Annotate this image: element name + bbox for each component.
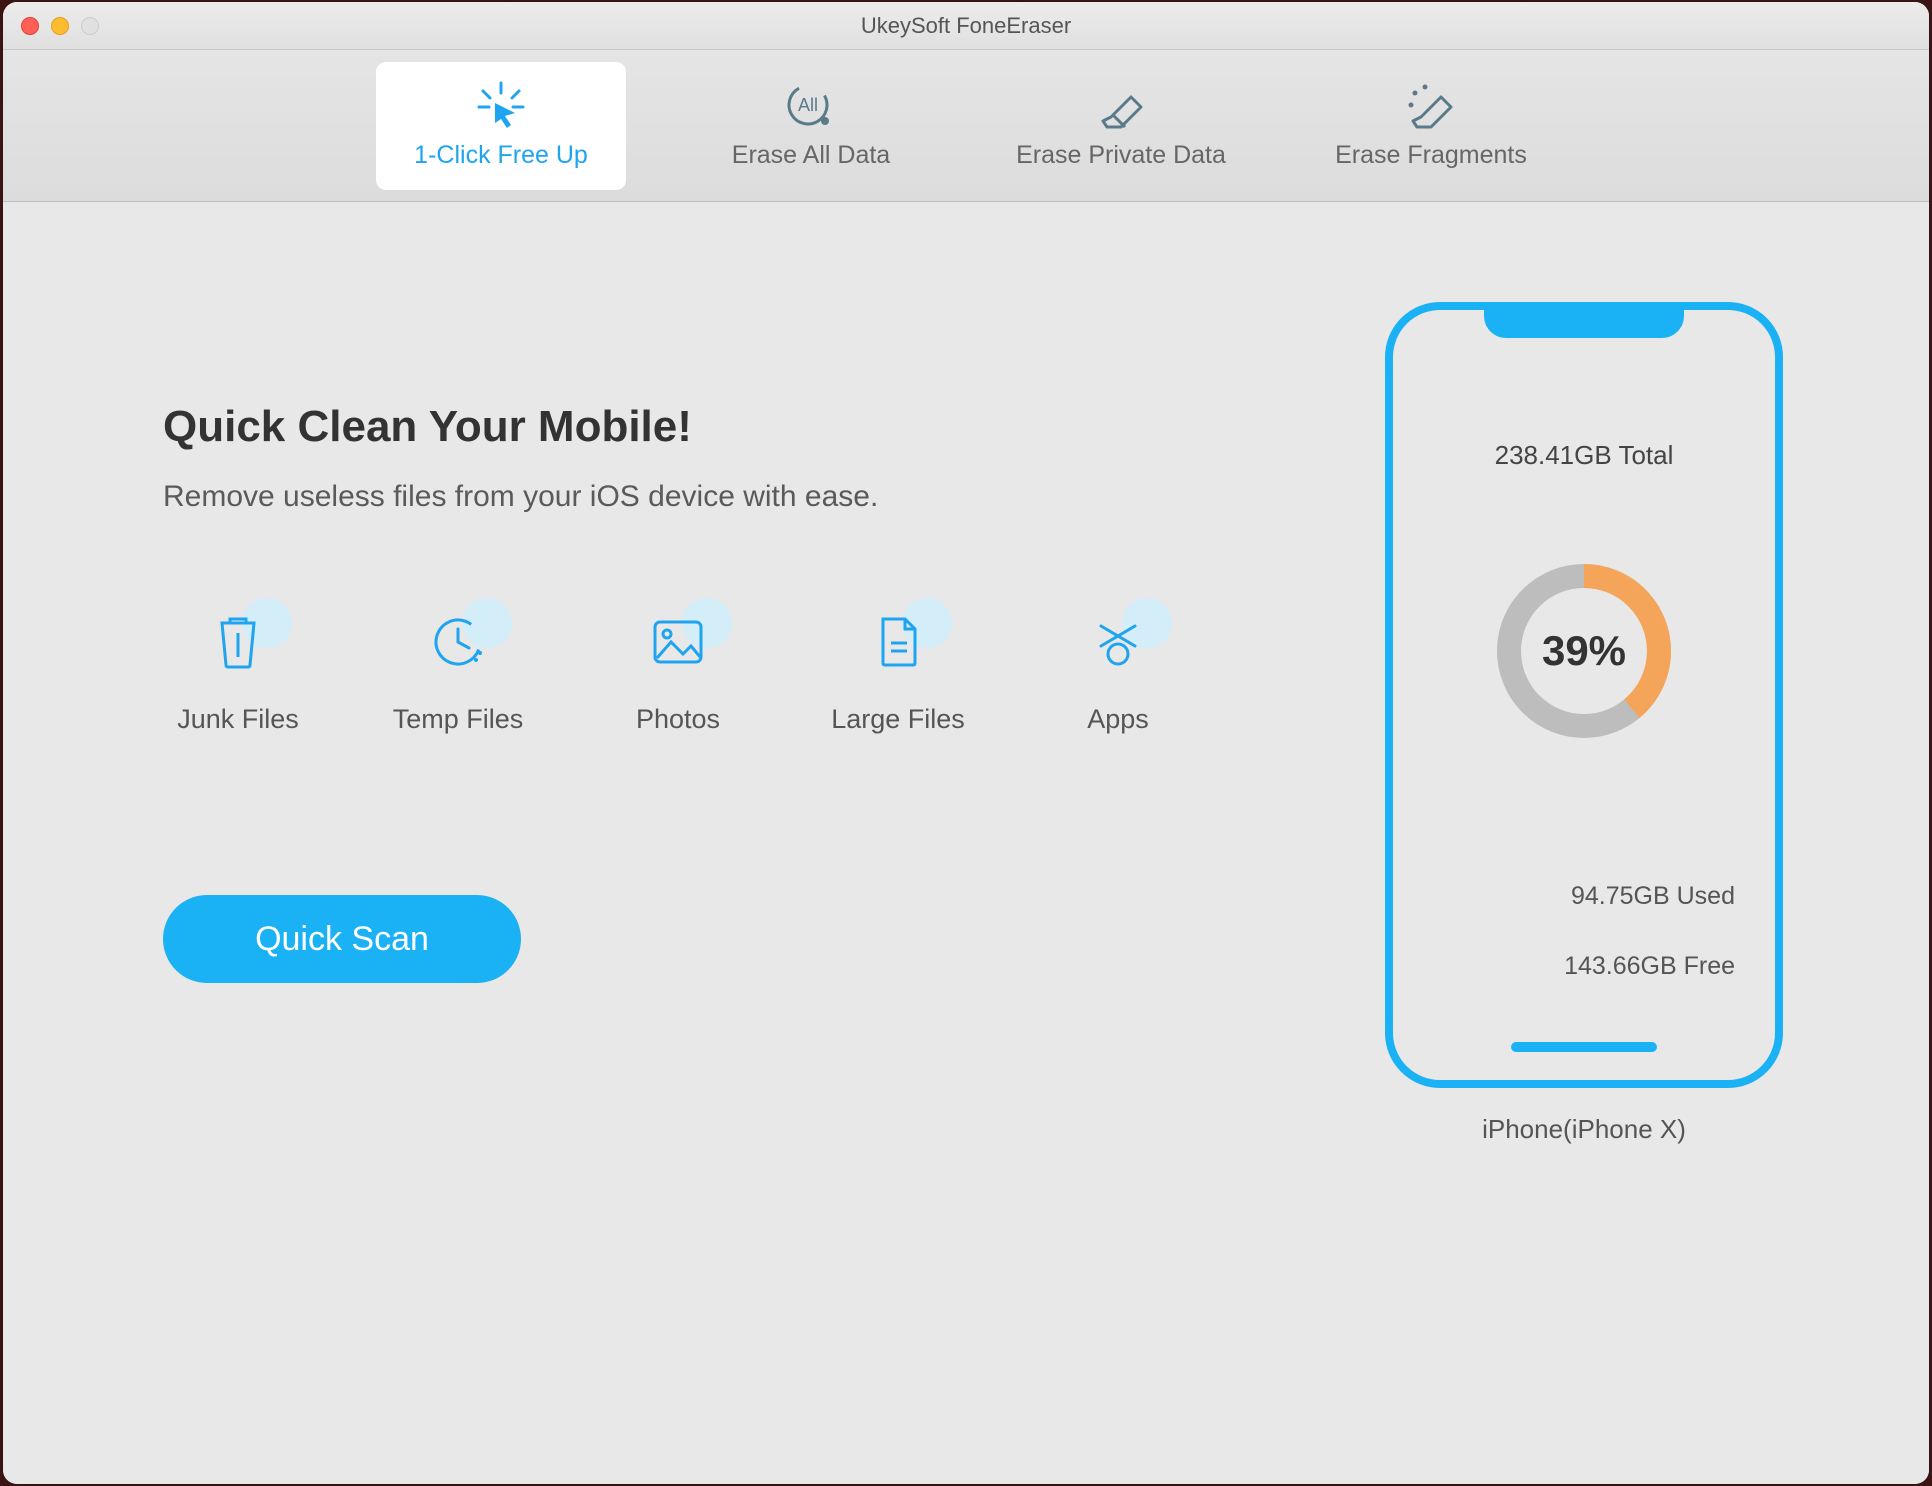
window-title: UkeySoft FoneEraser	[861, 13, 1071, 39]
category-photos[interactable]: Photos	[603, 610, 753, 735]
tab-label: Erase All Data	[732, 141, 890, 170]
clock-icon	[431, 615, 485, 669]
category-temp-files[interactable]: Temp Files	[383, 610, 533, 735]
photo-icon	[651, 618, 705, 666]
phone-notch	[1484, 310, 1684, 338]
category-label: Junk Files	[177, 704, 299, 735]
device-name: iPhone(iPhone X)	[1482, 1114, 1686, 1145]
category-apps[interactable]: Apps	[1043, 610, 1193, 735]
category-label: Temp Files	[393, 704, 524, 735]
storage-used: 94.75GB Used	[1393, 861, 1735, 931]
storage-total: 238.41GB Total	[1495, 440, 1674, 471]
eraser-icon	[1093, 81, 1149, 129]
svg-text:All: All	[798, 95, 818, 115]
titlebar: UkeySoft FoneEraser	[3, 2, 1929, 50]
storage-free: 143.66GB Free	[1393, 931, 1735, 1001]
tab-free-up[interactable]: 1-Click Free Up	[376, 62, 626, 190]
tab-erase-fragments[interactable]: Erase Fragments	[1306, 62, 1556, 190]
minimize-button[interactable]	[51, 17, 69, 35]
erase-all-icon: All	[783, 81, 839, 129]
storage-ring-chart: 39%	[1484, 551, 1684, 751]
page-headline: Quick Clean Your Mobile!	[163, 402, 1339, 452]
tab-label: Erase Fragments	[1335, 141, 1527, 170]
tab-erase-private[interactable]: Erase Private Data	[996, 62, 1246, 190]
phone-home-bar	[1511, 1042, 1657, 1052]
main-content: Quick Clean Your Mobile! Remove useless …	[3, 202, 1929, 1484]
cursor-click-icon	[473, 81, 529, 129]
file-icon	[875, 615, 921, 669]
left-pane: Quick Clean Your Mobile! Remove useless …	[163, 402, 1339, 1364]
category-junk-files[interactable]: Junk Files	[163, 610, 313, 735]
fragments-icon	[1403, 81, 1459, 129]
traffic-lights	[3, 17, 99, 35]
category-large-files[interactable]: Large Files	[823, 610, 973, 735]
tab-label: Erase Private Data	[1016, 141, 1226, 170]
category-row: Junk Files Temp Files	[163, 610, 1339, 735]
close-button[interactable]	[21, 17, 39, 35]
category-label: Apps	[1087, 704, 1149, 735]
category-label: Photos	[636, 704, 720, 735]
tab-label: 1-Click Free Up	[414, 141, 588, 170]
category-label: Large Files	[831, 704, 965, 735]
maximize-button[interactable]	[81, 17, 99, 35]
storage-used-percent: 39%	[1542, 627, 1626, 675]
tab-erase-all[interactable]: All Erase All Data	[686, 62, 936, 190]
device-panel: 238.41GB Total 39% 94.75GB Used 143.66GB…	[1339, 302, 1829, 1364]
tab-bar: 1-Click Free Up All Erase All Data Erase…	[3, 50, 1929, 202]
app-window: UkeySoft FoneEraser 1-Click Free Up	[3, 2, 1929, 1484]
apps-icon	[1091, 618, 1145, 666]
quick-scan-button[interactable]: Quick Scan	[163, 895, 521, 983]
page-subline: Remove useless files from your iOS devic…	[163, 480, 1339, 514]
storage-details: 94.75GB Used 143.66GB Free	[1393, 861, 1775, 1001]
phone-frame: 238.41GB Total 39% 94.75GB Used 143.66GB…	[1385, 302, 1783, 1088]
trash-icon	[214, 615, 262, 669]
